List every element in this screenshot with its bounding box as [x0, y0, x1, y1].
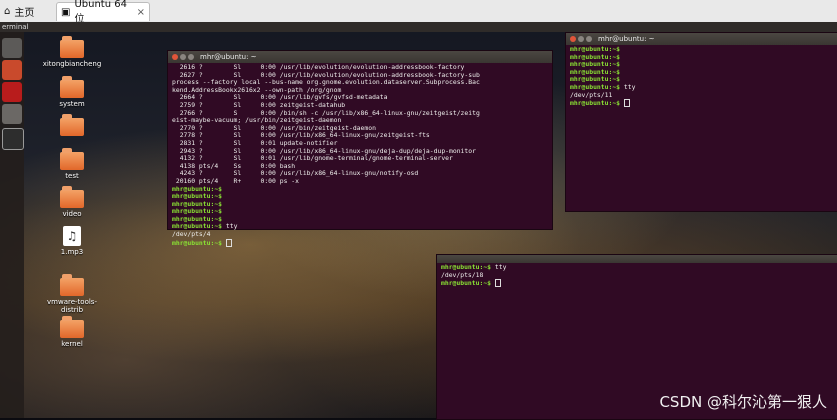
terminal-line: mhr@ubuntu:~$ — [172, 238, 548, 248]
terminal-title: mhr@ubuntu: ~ — [598, 35, 655, 43]
window-controls — [570, 36, 592, 42]
terminal-window-pts11[interactable]: mhr@ubuntu: ~ mhr@ubuntu:~$ mhr@ubuntu:~$… — [565, 32, 837, 212]
terminal-line: /dev/pts/11 — [570, 90, 613, 99]
shell-prompt: mhr@ubuntu:~$ — [570, 99, 621, 108]
launcher-settings-icon[interactable] — [2, 104, 22, 124]
desktop-folder-xitongbiancheng[interactable]: xitongbiancheng — [42, 36, 102, 68]
audio-file-icon: ♫ — [63, 226, 81, 246]
terminal-output[interactable]: 2616 ? Sl 0:00 /usr/lib/evolution/evolut… — [168, 63, 552, 248]
terminal-line: mhr@ubuntu:~$ — [172, 200, 548, 209]
terminal-titlebar[interactable]: mhr@ubuntu: ~ — [168, 51, 552, 63]
text-cursor — [225, 238, 232, 247]
minimize-button[interactable] — [180, 54, 186, 60]
folder-icon — [60, 76, 84, 98]
text-cursor — [623, 99, 630, 108]
terminal-line: /dev/pts/4 — [172, 230, 211, 239]
launcher-app-icon[interactable] — [2, 82, 22, 102]
command-text: tty — [491, 263, 507, 271]
command-text: tty — [620, 82, 636, 91]
terminal-line: mhr@ubuntu:~$ — [172, 185, 548, 194]
home-icon: ⌂ — [4, 6, 11, 17]
launcher-terminal-icon[interactable] — [2, 128, 24, 150]
shell-prompt: mhr@ubuntu:~$ — [570, 82, 621, 91]
terminal-line: mhr@ubuntu:~$ — [172, 207, 548, 216]
tab-home-label: 主页 — [14, 8, 35, 19]
terminal-line: /dev/pts/18 — [441, 270, 484, 279]
unity-launcher — [0, 32, 24, 418]
maximize-button[interactable] — [586, 36, 592, 42]
folder-icon — [60, 148, 84, 170]
desktop-icon-label: xitongbiancheng — [42, 60, 102, 68]
maximize-button[interactable] — [188, 54, 194, 60]
tab-home[interactable]: ⌂ 主页 — [0, 2, 48, 21]
ubuntu-top-panel: erminal — [0, 22, 837, 32]
csdn-watermark: CSDN @科尔沁第一狠人 — [659, 393, 827, 411]
terminal-line: mhr@ubuntu:~$ — [570, 99, 834, 108]
close-button[interactable] — [172, 54, 178, 60]
terminal-line: mhr@ubuntu:~$ — [172, 192, 548, 201]
desktop-icon-label: 1.mp3 — [60, 248, 84, 256]
folder-icon — [60, 274, 84, 296]
shell-prompt: mhr@ubuntu:~$ — [441, 263, 492, 271]
shell-prompt: mhr@ubuntu:~$ — [172, 238, 223, 247]
desktop-folder-test[interactable]: test — [42, 148, 102, 180]
terminal-line: mhr@ubuntu:~$ tty — [172, 223, 548, 231]
browser-tab-bar: ⌂ 主页 ▣ Ubuntu 64 位 × — [0, 0, 837, 25]
desktop-folder-unnamed[interactable] — [42, 114, 102, 138]
desktop-file-1mp3[interactable]: ♫ 1.mp3 — [42, 226, 102, 256]
desktop-icon-label: system — [59, 100, 85, 108]
desktop-folder-system[interactable]: system — [42, 76, 102, 108]
terminal-output[interactable]: mhr@ubuntu:~$ mhr@ubuntu:~$ mhr@ubuntu:~$ m… — [566, 45, 837, 109]
shell-prompt: mhr@ubuntu:~$ — [441, 279, 492, 288]
minimize-button[interactable] — [578, 36, 584, 42]
terminal-output[interactable]: mhr@ubuntu:~$ tty/dev/pts/18 mhr@ubuntu:~… — [437, 263, 837, 289]
desktop-icon-label: video — [62, 210, 82, 218]
text-cursor — [494, 279, 501, 288]
launcher-disc-icon[interactable] — [2, 38, 22, 58]
folder-icon — [60, 114, 84, 136]
command-text: tty — [222, 222, 238, 231]
launcher-text-editor-icon[interactable] — [2, 60, 22, 80]
folder-icon — [60, 36, 84, 58]
desktop-folder-kernel[interactable]: kernel — [42, 316, 102, 348]
window-controls — [172, 54, 194, 60]
desktop-icon-label: test — [65, 172, 79, 180]
desktop-folder-video[interactable]: video — [42, 186, 102, 218]
close-button[interactable] — [570, 36, 576, 42]
terminal-line: mhr@ubuntu:~$ tty — [441, 263, 834, 272]
desktop-icon-label: kernel — [61, 340, 83, 348]
tab-ubuntu-vm[interactable]: ▣ Ubuntu 64 位 × — [56, 0, 150, 25]
terminal-title: mhr@ubuntu: ~ — [200, 53, 257, 61]
desktop-folder-vmware-tools-distrib[interactable]: vmware-tools-distrib — [42, 274, 102, 314]
terminal-titlebar[interactable] — [437, 255, 837, 263]
terminal-titlebar[interactable]: mhr@ubuntu: ~ — [566, 33, 837, 45]
terminal-line: 20160 pts/4 R+ 0:00 ps -x — [172, 176, 299, 185]
close-icon[interactable]: × — [137, 7, 145, 18]
terminal-window-pts4[interactable]: mhr@ubuntu: ~ 2616 ? Sl 0:00 /usr/lib/ev… — [167, 50, 553, 247]
terminal-line: mhr@ubuntu:~$ — [441, 279, 834, 288]
desktop-icon-label: vmware-tools-distrib — [47, 298, 97, 314]
top-panel-title: erminal — [2, 23, 29, 31]
folder-icon — [60, 316, 84, 338]
vm-icon: ▣ — [61, 6, 71, 18]
folder-icon — [60, 186, 84, 208]
